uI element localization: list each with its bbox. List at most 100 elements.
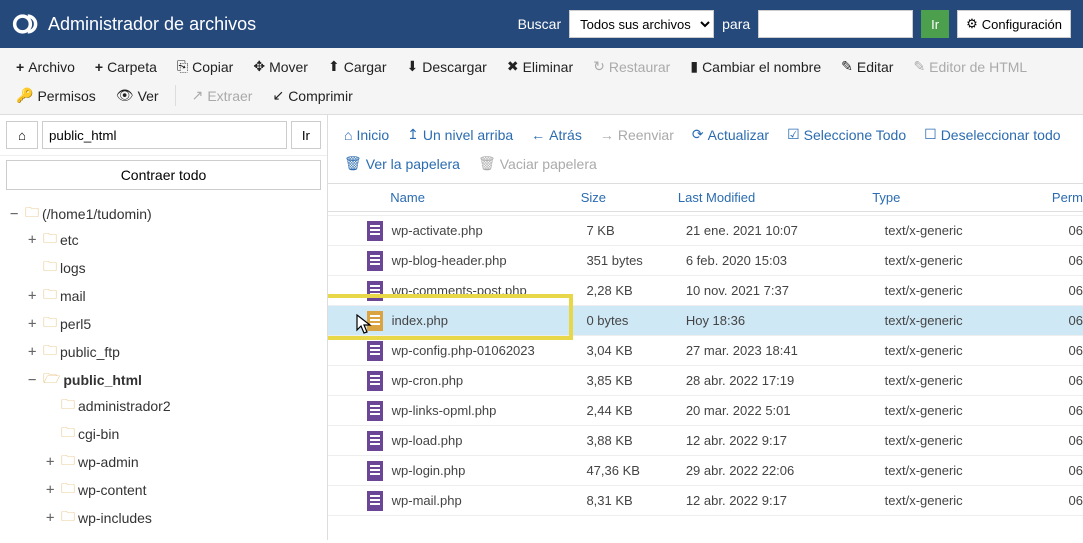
unselect-all-button[interactable]: ☐Deseleccionar todo [916,121,1068,148]
path-go-button[interactable]: Ir [291,121,321,149]
move-button[interactable]: ✥Mover [243,52,318,81]
restore-button[interactable]: ↻Restaurar [583,52,680,81]
main-area: ⌂ Ir Contraer todo − 🗀 (/home1/tudomin) … [0,115,1083,540]
nav-forward-button[interactable]: →Reenviar [592,121,682,148]
tree-item-publichtml[interactable]: −🗁public_html [28,368,317,392]
toggle-icon[interactable]: + [46,454,58,470]
file-row[interactable]: wp-cron.php3,85 KB28 abr. 2022 17:19text… [328,366,1083,396]
col-modified[interactable]: Last Modified [678,190,872,205]
tree-item-publicftp[interactable]: +🗀public_ftp [28,340,317,364]
file-button[interactable]: +Archivo [6,52,85,81]
toggle-icon[interactable]: + [46,482,58,498]
file-name: wp-mail.php [388,493,587,508]
copy-button[interactable]: ⎘Copiar [167,52,243,81]
toggle-icon[interactable]: + [28,316,40,332]
col-type[interactable]: Type [872,190,1052,205]
tree-item-wpadmin[interactable]: +🗀wp-admin [46,450,317,474]
permissions-button[interactable]: 🔑Permisos [6,81,106,110]
file-row[interactable]: index.php0 bytesHoy 18:36text/x-generic0… [328,306,1083,336]
download-icon: ⬇ [407,58,419,75]
tree-item-wpincludes[interactable]: +🗀wp-includes [46,506,317,530]
settings-button[interactable]: ⚙Configuración [957,10,1071,38]
file-row[interactable]: wp-mail.php8,31 KB12 abr. 2022 9:17text/… [328,486,1083,516]
tree-item-mail[interactable]: +🗀mail [28,284,317,308]
file-icon [367,311,383,331]
search-label: Buscar [518,16,562,32]
compress-icon: ↙ [272,87,284,104]
file-perm: 06 [1069,283,1083,298]
folder-icon: 🗀 [61,506,75,530]
file-name: wp-blog-header.php [388,253,587,268]
compress-button[interactable]: ↙Comprimir [262,81,362,110]
toggle-icon[interactable]: − [28,372,40,388]
file-size: 351 bytes [586,253,685,268]
restore-icon: ↻ [593,58,605,75]
move-icon: ✥ [253,58,265,75]
col-perm[interactable]: Perm [1052,190,1083,205]
collapse-all-button[interactable]: Contraer todo [6,160,321,190]
delete-button[interactable]: ✖Eliminar [497,52,583,81]
eye-icon: 👁 [116,87,134,104]
file-modified: 29 abr. 2022 22:06 [686,463,885,478]
file-icon [367,461,383,481]
view-button[interactable]: 👁Ver [106,81,169,110]
toggle-icon[interactable]: + [46,510,58,526]
folder-icon: 🗀 [43,340,57,364]
col-size[interactable]: Size [581,190,678,205]
search-go-button[interactable]: Ir [921,10,949,38]
toggle-icon[interactable]: + [28,344,40,360]
tree-item-perl5[interactable]: +🗀perl5 [28,312,317,336]
tree-item-logs[interactable]: 🗀logs [28,256,317,280]
file-row[interactable]: wp-config.php-010620233,04 KB27 mar. 202… [328,336,1083,366]
file-icon [367,431,383,451]
download-button[interactable]: ⬇Descargar [397,52,497,81]
rename-button[interactable]: ▮Cambiar el nombre [680,52,831,81]
file-perm: 06 [1069,373,1083,388]
file-row[interactable]: wp-load.php3,88 KB12 abr. 2022 9:17text/… [328,426,1083,456]
html-editor-icon: ✎ [913,58,925,75]
search-input[interactable] [758,10,913,38]
tree-item-ssl[interactable]: +🗀ssl [28,536,317,540]
html-editor-button[interactable]: ✎Editor de HTML [903,52,1037,81]
search-scope-select[interactable]: Todos sus archivos [569,10,714,38]
toggle-icon[interactable]: − [10,206,22,222]
file-name: wp-load.php [388,433,587,448]
tree-item-etc[interactable]: +🗀etc [28,228,317,252]
col-name[interactable]: Name [386,190,580,205]
nav-up-button[interactable]: ↥Un nivel arriba [399,121,521,148]
tree-item-wpcontent[interactable]: +🗀wp-content [46,478,317,502]
file-icon [367,221,383,241]
nav-back-button[interactable]: ←Atrás [523,121,590,148]
file-type: text/x-generic [885,343,1069,358]
file-row[interactable]: wp-links-opml.php2,44 KB20 mar. 2022 5:0… [328,396,1083,426]
path-input[interactable] [42,121,287,149]
file-row[interactable]: wp-blog-header.php351 bytes6 feb. 2020 1… [328,246,1083,276]
file-type: text/x-generic [885,433,1069,448]
file-modified: 12 abr. 2022 9:17 [686,433,885,448]
tree-item-admin2[interactable]: 🗀administrador2 [46,394,317,418]
file-name: wp-comments-post.php [388,283,587,298]
file-type: text/x-generic [885,283,1069,298]
file-type: text/x-generic [885,403,1069,418]
nav-reload-button[interactable]: ⟳Actualizar [684,121,777,148]
folder-button[interactable]: +Carpeta [85,52,167,81]
file-row[interactable]: wp-comments-post.php2,28 KB10 nov. 2021 … [328,276,1083,306]
upload-button[interactable]: ⬆Cargar [318,52,397,81]
toggle-icon[interactable]: + [28,288,40,304]
tree-root[interactable]: − 🗀 (/home1/tudomin) [10,202,317,226]
edit-button[interactable]: ✎Editar [831,52,903,81]
file-row[interactable]: wp-login.php47,36 KB29 abr. 2022 22:06te… [328,456,1083,486]
home-button[interactable]: ⌂ [6,121,38,149]
file-perm: 06 [1069,493,1083,508]
toggle-icon[interactable]: + [28,232,40,248]
home-icon: ⌂ [344,127,352,143]
nav-home-button[interactable]: ⌂Inicio [336,121,397,148]
extract-button[interactable]: ↗Extraer [182,81,263,110]
view-trash-button[interactable]: 🗑Ver la papelera [336,150,468,177]
content-area: ⌂Inicio ↥Un nivel arriba ←Atrás →Reenvia… [328,115,1083,540]
select-all-button[interactable]: ☑Seleccione Todo [779,121,914,148]
tree-item-cgibin[interactable]: 🗀cgi-bin [46,422,317,446]
empty-trash-button[interactable]: 🗑Vaciar papelera [470,150,605,177]
file-row[interactable]: wp-activate.php7 KB21 ene. 2021 10:07tex… [328,216,1083,246]
file-list[interactable]: sitemap.xml775 bytes9 jun. 2022 18:29tex… [328,212,1083,540]
